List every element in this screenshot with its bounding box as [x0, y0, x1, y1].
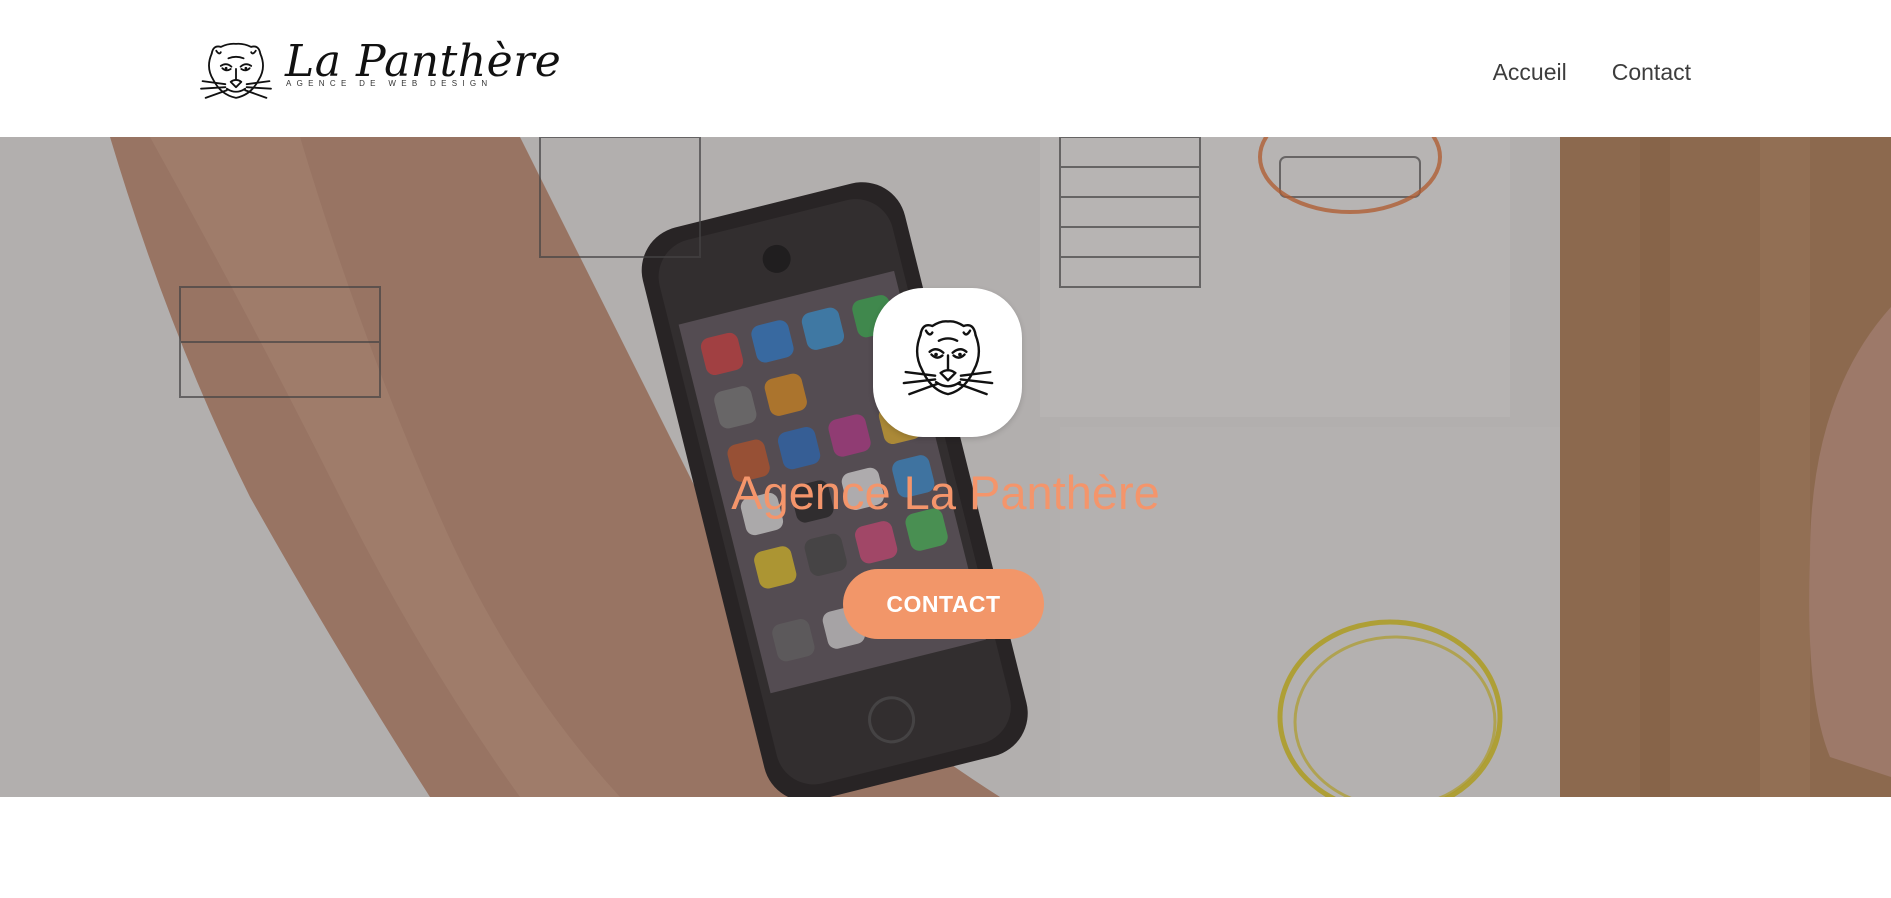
- nav-link-accueil[interactable]: Accueil: [1493, 58, 1567, 86]
- panther-head-icon: [200, 42, 272, 99]
- contact-button[interactable]: CONTACT: [843, 569, 1044, 639]
- nav-link-contact[interactable]: Contact: [1612, 58, 1691, 86]
- hero-section: Agence La Panthère CONTACT: [0, 137, 1891, 797]
- page: La Panthère AGENCE DE WEB DESIGN Accueil…: [0, 0, 1891, 898]
- main-nav: Accueil Contact: [1493, 58, 1691, 86]
- brand-tagline: AGENCE DE WEB DESIGN: [286, 79, 493, 88]
- site-header: La Panthère AGENCE DE WEB DESIGN Accueil…: [0, 0, 1891, 137]
- panther-head-icon: [902, 320, 994, 396]
- hero-logo-badge: [873, 288, 1022, 437]
- hero-title: Agence La Panthère: [731, 466, 1160, 519]
- brand-logo-link[interactable]: La Panthère AGENCE DE WEB DESIGN: [198, 36, 561, 104]
